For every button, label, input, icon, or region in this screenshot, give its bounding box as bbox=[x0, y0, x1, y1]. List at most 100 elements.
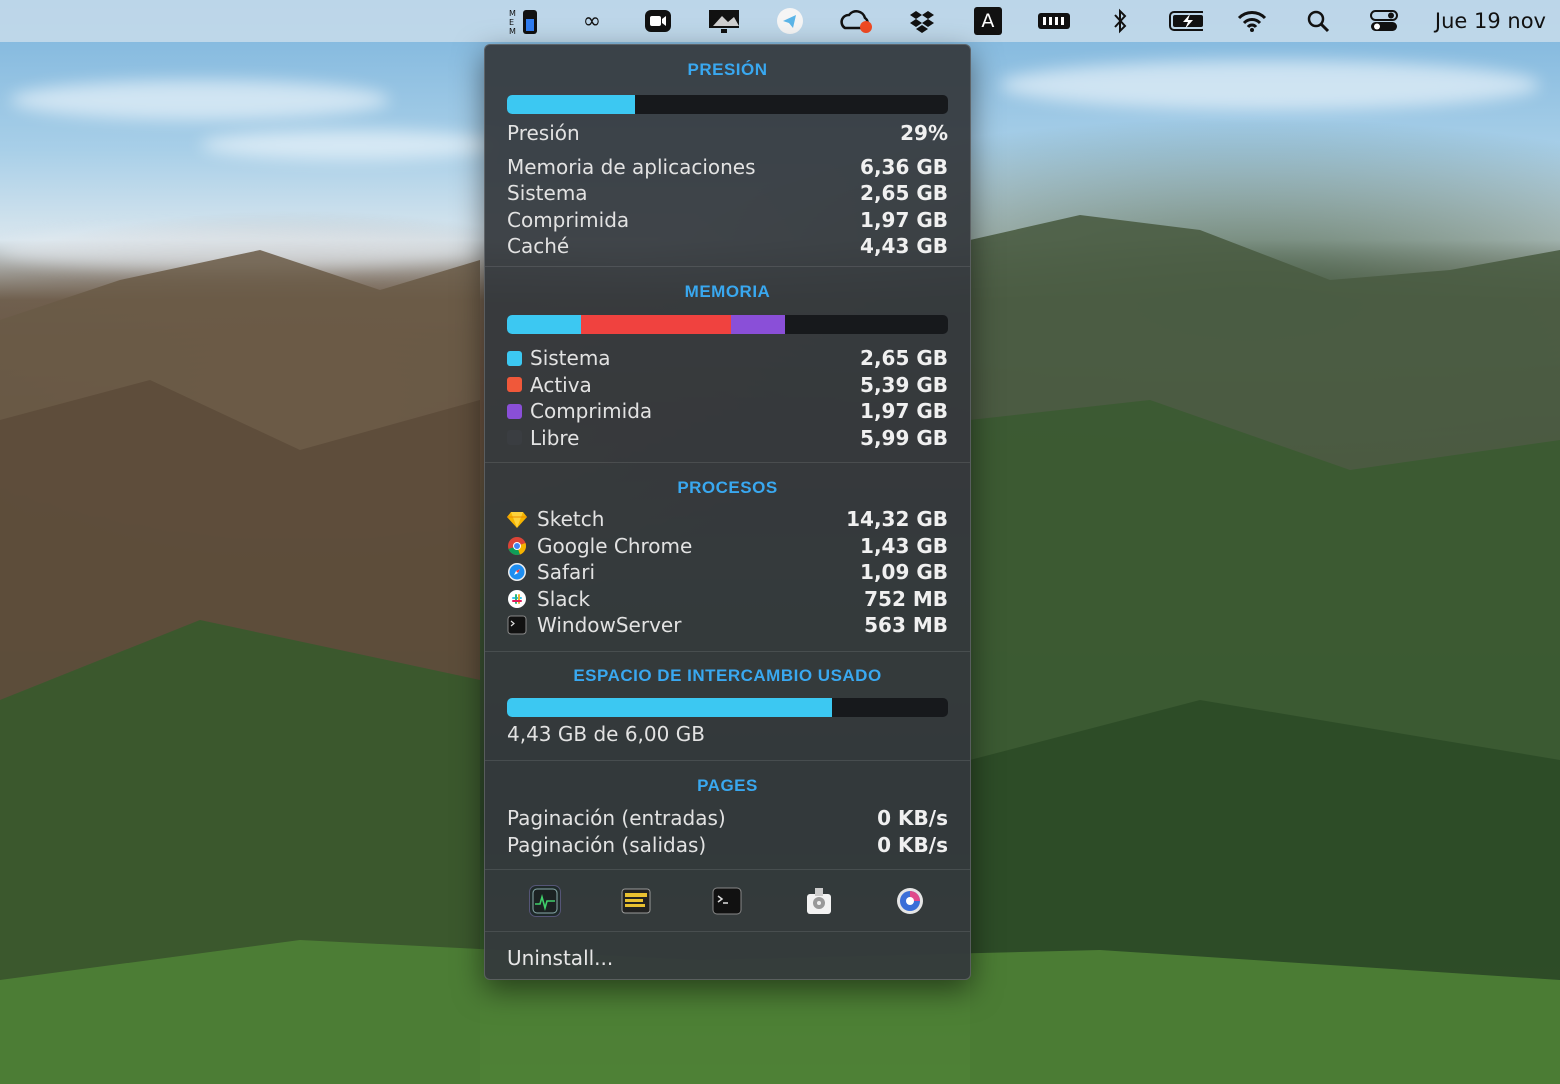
pressure-stat-label: Comprimida bbox=[507, 207, 630, 232]
pressure-stat-label-group: Caché bbox=[507, 234, 569, 258]
display-icon[interactable] bbox=[707, 6, 741, 36]
pressure-stat-row: Caché 4,43 GB bbox=[507, 233, 948, 260]
process-row: Google Chrome 1,43 GB bbox=[507, 533, 948, 560]
terminal-icon[interactable] bbox=[711, 885, 743, 917]
battery-charging-icon[interactable] bbox=[1168, 6, 1203, 36]
memory-popup-panel: PRESIÓN Presión 29% Memoria de aplicacione… bbox=[484, 44, 971, 980]
processes-title: PROCESOS bbox=[677, 478, 778, 497]
pressure-stat-row: Sistema 2,65 GB bbox=[507, 180, 948, 207]
paging-label: Paginación (salidas) bbox=[507, 832, 707, 857]
pressure-stat-value: 29% bbox=[900, 121, 948, 146]
input-source-letter: A bbox=[973, 7, 1002, 35]
memory-legend-value: 5,99 GB bbox=[860, 425, 948, 450]
memory-legend-value: 5,39 GB bbox=[860, 372, 948, 397]
bluetooth-icon[interactable] bbox=[1103, 6, 1137, 36]
process-label: Sketch bbox=[537, 507, 605, 532]
search-icon[interactable] bbox=[1301, 6, 1335, 36]
swap-usage-row: 4,43 GB de 6,00 GB bbox=[507, 721, 948, 748]
memory-legend: Sistema 2,65 GB Activa 5,39 GB Comprimida 1,9… bbox=[507, 345, 948, 451]
swap-section: ESPACIO DE INTERCAMBIO USADO 4,43 GB de … bbox=[485, 652, 970, 761]
memory-legend-row: Sistema 2,65 GB bbox=[507, 345, 948, 372]
menu-bar: MEM ∞ A Jue 19 nov bbox=[0, 0, 1560, 42]
swap-title: ESPACIO DE INTERCAMBIO USADO bbox=[573, 666, 882, 685]
memory-legend-row: Comprimida 1,97 GB bbox=[507, 398, 948, 425]
swap-usage-text: 4,43 GB de 6,00 GB bbox=[507, 722, 705, 747]
memory-legend-label-group: Libre bbox=[507, 426, 579, 450]
process-label-group: Sketch bbox=[507, 507, 604, 531]
swap-bar bbox=[507, 698, 948, 717]
memory-bar bbox=[507, 315, 948, 334]
telegram-icon[interactable] bbox=[773, 6, 807, 36]
system-information-icon[interactable] bbox=[894, 885, 926, 917]
process-value: 14,32 GB bbox=[846, 507, 948, 532]
text-input-a-icon[interactable]: A bbox=[971, 6, 1005, 36]
pages-section: PAGES Paginación (entradas) 0 KB/s Paginac… bbox=[485, 761, 970, 870]
dropbox-icon[interactable] bbox=[905, 6, 939, 36]
paging-row: Paginación (entradas) 0 KB/s bbox=[507, 805, 948, 832]
paging-value: 0 KB/s bbox=[877, 806, 948, 831]
pressure-stat-value: 2,65 GB bbox=[860, 181, 948, 206]
disk-utility-icon[interactable] bbox=[803, 885, 835, 917]
memory-legend-label-group: Comprimida bbox=[507, 399, 652, 423]
paging-value: 0 KB/s bbox=[877, 832, 948, 857]
memory-bar-segment bbox=[730, 315, 786, 334]
memory-legend-label-group: Activa bbox=[507, 373, 592, 397]
process-label: Slack bbox=[537, 586, 591, 611]
pressure-section: PRESIÓN Presión 29% Memoria de aplicacione… bbox=[485, 45, 970, 267]
cloud-sync-icon[interactable] bbox=[839, 6, 873, 36]
paging-label-group: Paginación (salidas) bbox=[507, 833, 706, 857]
memory-legend-label: Sistema bbox=[530, 346, 611, 371]
pressure-stat-label: Presión bbox=[507, 121, 580, 146]
pressure-stat-label: Memoria de aplicaciones bbox=[507, 154, 756, 179]
pressure-stat-label-group: Sistema bbox=[507, 181, 588, 205]
pressure-stat-row: Presión 29% bbox=[507, 120, 948, 147]
chrome-icon bbox=[507, 536, 527, 556]
paging-row: Paginación (salidas) 0 KB/s bbox=[507, 832, 948, 859]
legend-swatch bbox=[507, 430, 522, 446]
process-label: Google Chrome bbox=[537, 533, 693, 558]
tools-row bbox=[485, 870, 970, 932]
console-icon[interactable] bbox=[620, 885, 652, 917]
zoom-icon[interactable] bbox=[641, 6, 675, 36]
pressure-stat-label: Sistema bbox=[507, 181, 588, 206]
memory-legend-value: 1,97 GB bbox=[860, 399, 948, 424]
activity-monitor-icon[interactable] bbox=[528, 884, 561, 917]
pressure-rows: Presión 29% Memoria de aplicaciones 6,36 GB… bbox=[507, 120, 948, 260]
memory-legend-label-group: Sistema bbox=[507, 346, 611, 370]
memory-bar-segment bbox=[507, 315, 581, 334]
svg-text:E: E bbox=[509, 18, 514, 27]
memory-title: MEMORIA bbox=[684, 282, 771, 301]
pressure-stat-value: 6,36 GB bbox=[860, 154, 948, 179]
process-label-group: Google Chrome bbox=[507, 534, 692, 558]
process-label-group: WindowServer bbox=[507, 613, 681, 637]
processes-section: PROCESOS Sketch 14,32 GB Google Chrome 1,43… bbox=[485, 463, 970, 652]
legend-swatch bbox=[507, 403, 522, 419]
process-row: Slack 752 MB bbox=[507, 586, 948, 613]
process-value: 752 MB bbox=[864, 586, 948, 611]
legend-swatch bbox=[507, 350, 522, 366]
memory-chip-icon[interactable] bbox=[1037, 6, 1071, 36]
uninstall-menu-item[interactable]: Uninstall... bbox=[485, 932, 970, 978]
pressure-stat-row: Memoria de aplicaciones 6,36 GB bbox=[507, 154, 948, 181]
menubar-date[interactable]: Jue 19 nov bbox=[1435, 9, 1546, 33]
memory-legend-row: Libre 5,99 GB bbox=[507, 425, 948, 452]
process-value: 563 MB bbox=[864, 613, 948, 638]
memory-legend-value: 2,65 GB bbox=[860, 346, 948, 371]
paging-label-group: Paginación (entradas) bbox=[507, 806, 726, 830]
control-center-icon[interactable] bbox=[1367, 6, 1401, 36]
svg-text:M: M bbox=[509, 9, 516, 18]
pressure-stat-value: 1,97 GB bbox=[860, 207, 948, 232]
legend-swatch bbox=[507, 377, 522, 393]
memory-meter-icon[interactable]: MEM bbox=[509, 6, 543, 36]
pressure-stat-label-group: Memoria de aplicaciones bbox=[507, 155, 756, 179]
wifi-icon[interactable] bbox=[1235, 6, 1269, 36]
process-value: 1,09 GB bbox=[860, 560, 948, 585]
process-row: WindowServer 563 MB bbox=[507, 612, 948, 639]
infinity-icon[interactable]: ∞ bbox=[575, 6, 609, 36]
terminal-icon bbox=[507, 615, 527, 635]
pressure-stat-value: 4,43 GB bbox=[860, 234, 948, 259]
process-label: WindowServer bbox=[537, 613, 682, 638]
pressure-stat-row: Comprimida 1,97 GB bbox=[507, 207, 948, 234]
pages-rows: Paginación (entradas) 0 KB/s Paginación (s… bbox=[507, 805, 948, 858]
memory-bar-segment bbox=[580, 315, 731, 334]
